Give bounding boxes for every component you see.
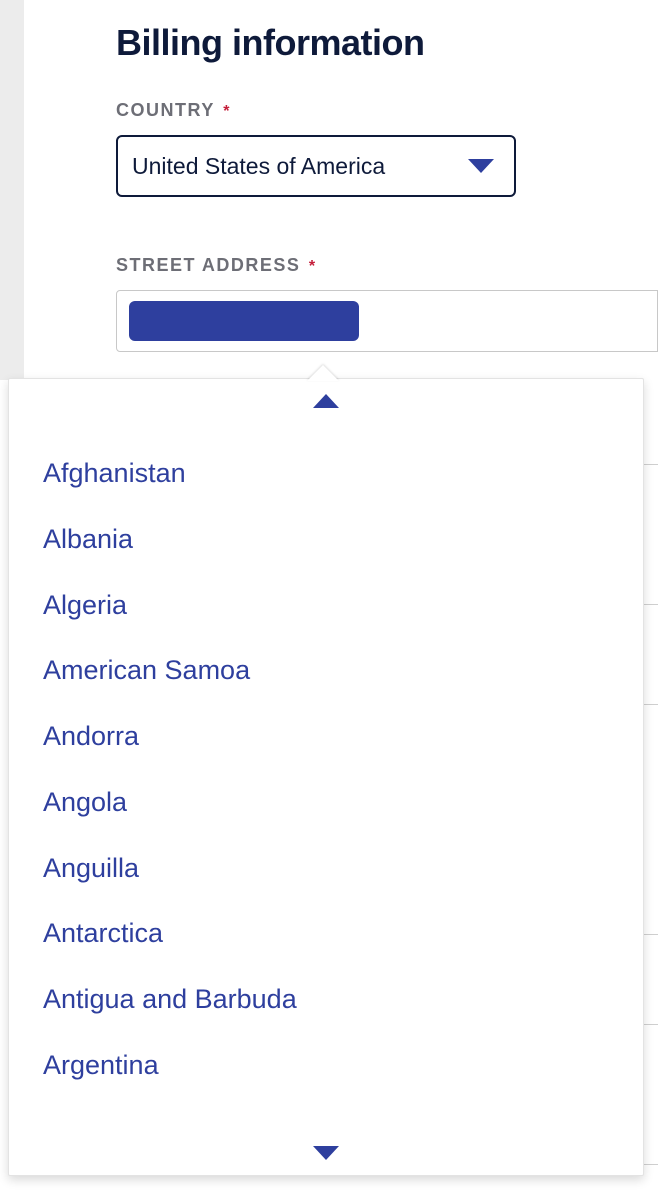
required-indicator: *: [223, 103, 229, 120]
page-title: Billing information: [116, 22, 658, 64]
country-option[interactable]: Andorra: [9, 704, 643, 770]
street-input[interactable]: [116, 290, 658, 352]
chevron-down-icon: [468, 159, 494, 173]
country-option[interactable]: Antigua and Barbuda: [9, 967, 643, 1033]
left-background-stripe: [0, 0, 24, 380]
country-option[interactable]: Albania: [9, 507, 643, 573]
street-label-row: STREET ADDRESS *: [116, 255, 658, 276]
country-options-list: AfghanistanAlbaniaAlgeriaAmerican SamoaA…: [9, 423, 643, 1131]
country-option[interactable]: American Samoa: [9, 638, 643, 704]
country-dropdown-panel: AfghanistanAlbaniaAlgeriaAmerican SamoaA…: [8, 378, 644, 1176]
required-indicator: *: [309, 258, 315, 275]
country-label-row: COUNTRY *: [116, 100, 658, 121]
country-option[interactable]: Algeria: [9, 573, 643, 639]
country-option[interactable]: Angola: [9, 770, 643, 836]
country-option[interactable]: Anguilla: [9, 836, 643, 902]
country-label: COUNTRY: [116, 100, 215, 120]
input-selection-highlight: [129, 301, 359, 341]
chevron-up-icon: [313, 394, 339, 408]
country-select-value: United States of America: [132, 153, 385, 180]
country-option[interactable]: Argentina: [9, 1033, 643, 1099]
dropdown-scroll-down-button[interactable]: [9, 1131, 643, 1175]
street-label: STREET ADDRESS: [116, 255, 300, 275]
country-field-group: COUNTRY * United States of America: [116, 100, 658, 197]
country-option[interactable]: Afghanistan: [9, 441, 643, 507]
dropdown-scroll-up-button[interactable]: [9, 379, 643, 423]
street-field-group: STREET ADDRESS *: [116, 255, 658, 352]
country-option[interactable]: Antarctica: [9, 901, 643, 967]
dropdown-pointer-icon: [307, 365, 339, 381]
country-select[interactable]: United States of America: [116, 135, 516, 197]
chevron-down-icon: [313, 1146, 339, 1160]
